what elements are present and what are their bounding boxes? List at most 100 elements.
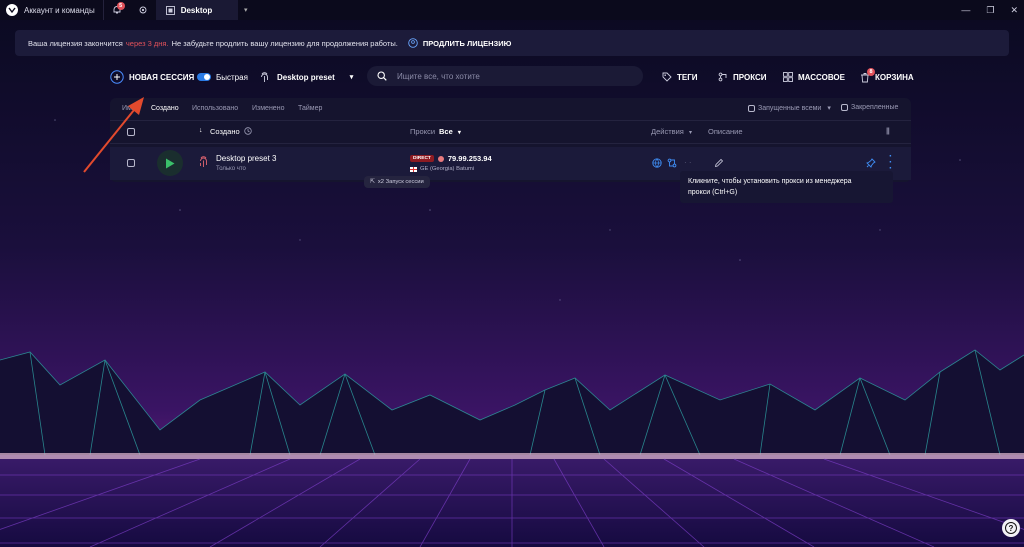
tab-desktop[interactable]: Desktop: [155, 0, 238, 20]
columns-settings-icon[interactable]: |||: [886, 126, 890, 135]
proxy-location: GE (Georgia) Batumi: [410, 166, 474, 172]
session-name[interactable]: Desktop preset 3: [216, 154, 276, 163]
running-filter[interactable]: Запущенные всеми ▾: [748, 104, 831, 112]
tags-button[interactable]: ТЕГИ: [662, 72, 698, 82]
quick-label: Быстрая: [216, 72, 248, 82]
help-button[interactable]: ?: [1002, 519, 1020, 537]
table-header: ↓ Создано Прокси Все ▾ Действия ▾ Описан…: [110, 120, 911, 144]
chevron-down-icon: ▾: [243, 7, 248, 14]
proxy-icon: [718, 72, 727, 82]
pinned-filter[interactable]: Закрепленные: [841, 104, 898, 111]
main-toolbar: НОВАЯ СЕССИЯ Быстрая Desktop preset ▾ ТЕ…: [110, 66, 914, 88]
proxy-filter-value: Все: [439, 127, 453, 136]
sort-direction-icon[interactable]: ↓: [199, 127, 203, 134]
toggle-switch[interactable]: [197, 73, 211, 81]
proxy-ip: 79.99.253.94: [447, 154, 492, 163]
new-session-label: НОВАЯ СЕССИЯ: [129, 72, 195, 82]
tags-label: ТЕГИ: [677, 72, 698, 82]
clock-icon: [244, 127, 252, 135]
session-subtitle: Только что: [216, 166, 246, 172]
play-icon: [166, 158, 175, 168]
description-column-label: Описание: [708, 127, 743, 136]
select-all-checkbox[interactable]: [127, 128, 135, 136]
bulk-actions-button[interactable]: МАССОВОЕ: [783, 72, 845, 82]
sort-tabs: Имя Создано Использовано Изменено Таймер…: [110, 98, 911, 120]
session-launches-text: x2 Запуск сессии: [377, 179, 424, 185]
proxy-filter-dropdown[interactable]: Все ▾: [439, 127, 461, 136]
fingerprint-icon: [261, 71, 268, 82]
proxy-info[interactable]: DIRECT 79.99.253.94: [410, 154, 492, 163]
globe-icon[interactable]: [652, 158, 662, 168]
chevron-down-icon: ▾: [688, 130, 692, 136]
edit-pencil-icon[interactable]: [714, 158, 724, 168]
row-menu-icon[interactable]: · · ·: [889, 152, 892, 174]
launch-icon: ⇱: [370, 179, 375, 185]
created-column-label[interactable]: Создано: [210, 127, 240, 136]
running-checkbox[interactable]: [748, 104, 755, 112]
sort-tab-modified[interactable]: Изменено: [252, 105, 284, 112]
window-controls: — ❐ ✕: [961, 0, 1018, 20]
sort-tab-used[interactable]: Использовано: [192, 105, 238, 112]
preset-label: Desktop preset: [277, 72, 335, 82]
row-checkbox[interactable]: [127, 159, 135, 167]
actions-column[interactable]: Действия ▾: [651, 127, 692, 136]
bulk-label: МАССОВОЕ: [798, 72, 845, 82]
settings-button[interactable]: [130, 0, 156, 20]
proxy-type-badge: DIRECT: [410, 155, 434, 162]
fingerprint-icon: [200, 156, 207, 167]
pin-icon[interactable]: [866, 158, 876, 168]
minimize-icon[interactable]: —: [961, 5, 970, 15]
pinned-label: Закрепленные: [851, 104, 899, 111]
new-session-button[interactable]: НОВАЯ СЕССИЯ: [110, 70, 194, 84]
sort-tab-name[interactable]: Имя: [122, 105, 136, 112]
windows-icon: [165, 5, 175, 15]
gear-icon: [139, 6, 147, 14]
sort-tab-timer[interactable]: Таймер: [298, 105, 322, 112]
grid-icon: [783, 72, 793, 82]
trash-button[interactable]: 8 КОРЗИНА: [860, 67, 914, 83]
restore-icon[interactable]: ❐: [986, 5, 994, 16]
tab-dropdown-button[interactable]: ▾: [238, 0, 254, 20]
banner-text-before: Ваша лицензия закончится: [28, 38, 123, 48]
chevron-down-icon: ▾: [457, 130, 461, 136]
chevron-down-icon: ▾: [827, 105, 831, 112]
trash-count-badge: 8: [867, 67, 875, 76]
actions-column-label: Действия: [651, 127, 684, 136]
proxy-location-text: GE (Georgia) Batumi: [420, 166, 475, 172]
start-session-button[interactable]: [157, 150, 183, 176]
tag-icon: [662, 72, 672, 82]
tooltip-line-2: прокси (Ctrl+G): [688, 189, 738, 196]
renew-license-button[interactable]: ПРОДЛИТЬ ЛИЦЕНЗИЮ: [408, 38, 511, 48]
pinned-checkbox[interactable]: [841, 104, 848, 111]
trash-icon-wrap: 8: [860, 67, 875, 83]
quick-toggle[interactable]: Быстрая: [197, 73, 248, 82]
title-bar: Аккаунт и команды 5 Desktop ▾ — ❐ ✕: [0, 0, 1024, 20]
session-launches-badge: ⇱ x2 Запуск сессии: [364, 176, 430, 188]
help-question-icon: ?: [1005, 522, 1017, 534]
account-label: Аккаунт и команды: [24, 5, 95, 15]
plus-circle-icon: [110, 70, 124, 84]
notifications-button[interactable]: 5: [104, 0, 130, 20]
banner-text-after: Не забудьте продлить вашу лицензию для п…: [171, 38, 398, 48]
renew-license-label: ПРОДЛИТЬ ЛИЦЕНЗИЮ: [422, 38, 512, 48]
proxy-column-label: Прокси: [410, 127, 436, 136]
tab-label: Desktop: [180, 5, 213, 15]
sort-tab-created[interactable]: Создано: [151, 105, 179, 112]
app-logo-icon: [6, 4, 18, 16]
tooltip-line-1: Кликните, чтобы установить прокси из мен…: [688, 178, 852, 185]
proxy-label: ПРОКСИ: [733, 72, 767, 82]
account-switcher[interactable]: Аккаунт и команды: [0, 0, 103, 20]
proxy-status-dot: [437, 155, 444, 162]
trash-label: КОРЗИНА: [875, 72, 914, 82]
banner-warning: через 3 дня.: [125, 38, 169, 48]
proxy-button[interactable]: ПРОКСИ: [718, 72, 767, 82]
more-actions-dots[interactable]: · ·: [684, 158, 692, 167]
set-proxy-tooltip: Кликните, чтобы установить прокси из мен…: [680, 171, 893, 203]
set-proxy-icon[interactable]: [667, 158, 677, 168]
license-banner: Ваша лицензия закончится через 3 дня. Не…: [15, 30, 1009, 56]
close-icon[interactable]: ✕: [1010, 5, 1018, 16]
search-input[interactable]: [395, 70, 629, 82]
preset-selector[interactable]: Desktop preset ▾: [260, 71, 353, 83]
georgia-flag-icon: [410, 166, 417, 172]
running-label: Запущенные всеми: [758, 104, 822, 112]
